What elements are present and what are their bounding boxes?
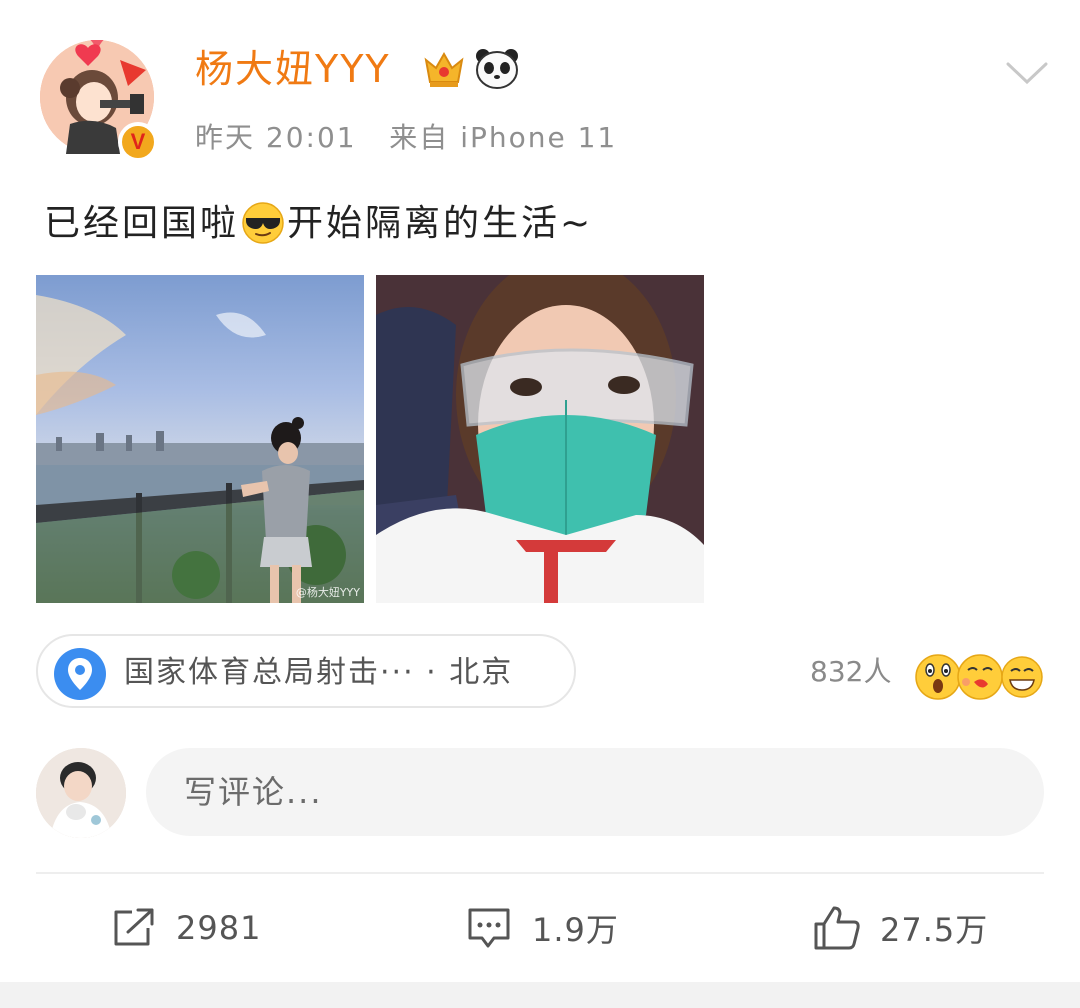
location-text: 国家体育总局射击··· · 北京 bbox=[124, 655, 514, 690]
reaction-emojis[interactable] bbox=[914, 652, 1044, 702]
bottom-separator bbox=[0, 982, 1080, 1008]
photo-1-scene bbox=[36, 295, 364, 603]
chevron-down-icon[interactable] bbox=[1004, 58, 1050, 92]
reactions-count[interactable]: 832人 bbox=[810, 652, 891, 692]
kiss-emoji-icon bbox=[957, 654, 1003, 700]
thumbs-up-icon bbox=[814, 906, 860, 950]
photo-2-selfie bbox=[376, 275, 704, 603]
like-count: 27.5万 bbox=[880, 911, 989, 949]
verified-badge: V bbox=[118, 122, 158, 162]
crown-icon bbox=[422, 46, 466, 94]
share-icon bbox=[114, 908, 154, 946]
post-source: 来自 iPhone 11 bbox=[389, 121, 618, 154]
surprised-emoji-icon bbox=[915, 654, 961, 700]
comment-button[interactable]: 1.9万 bbox=[466, 898, 619, 958]
post-photo-1[interactable]: @杨大妞YYY bbox=[36, 275, 364, 603]
repost-count: 2981 bbox=[176, 909, 262, 947]
weibo-post: V 杨大妞YYY 昨天 20:01 来自 iPhone 11 已经回国啦 开始隔… bbox=[0, 0, 1080, 1008]
username[interactable]: 杨大妞YYY bbox=[195, 44, 391, 94]
repost-button[interactable]: 2981 bbox=[110, 898, 261, 958]
my-avatar[interactable] bbox=[36, 748, 126, 838]
grin-emoji-icon bbox=[1001, 656, 1043, 698]
divider bbox=[36, 872, 1044, 874]
location-pin-icon bbox=[52, 646, 108, 706]
verified-badge-label: V bbox=[130, 129, 146, 154]
post-photo-2[interactable] bbox=[376, 275, 704, 603]
post-text-part-2: 开始隔离的生活~ bbox=[287, 203, 594, 244]
comment-icon bbox=[468, 908, 510, 948]
post-text: 已经回国啦 开始隔离的生活~ bbox=[44, 198, 593, 260]
like-button[interactable]: 27.5万 bbox=[812, 898, 988, 958]
post-text-part-1: 已经回国啦 bbox=[44, 203, 240, 244]
photo-watermark: @杨大妞YYY bbox=[295, 586, 360, 599]
cool-face-emoji-icon bbox=[241, 201, 285, 260]
post-meta: 昨天 20:01 来自 iPhone 11 bbox=[195, 118, 617, 158]
comment-count: 1.9万 bbox=[532, 911, 619, 949]
location-chip[interactable]: 国家体育总局射击··· · 北京 bbox=[36, 634, 576, 708]
my-avatar-illustration bbox=[36, 748, 126, 838]
comment-input[interactable]: 写评论... bbox=[146, 748, 1044, 836]
post-time: 昨天 20:01 bbox=[195, 121, 357, 154]
panda-icon bbox=[474, 46, 520, 94]
